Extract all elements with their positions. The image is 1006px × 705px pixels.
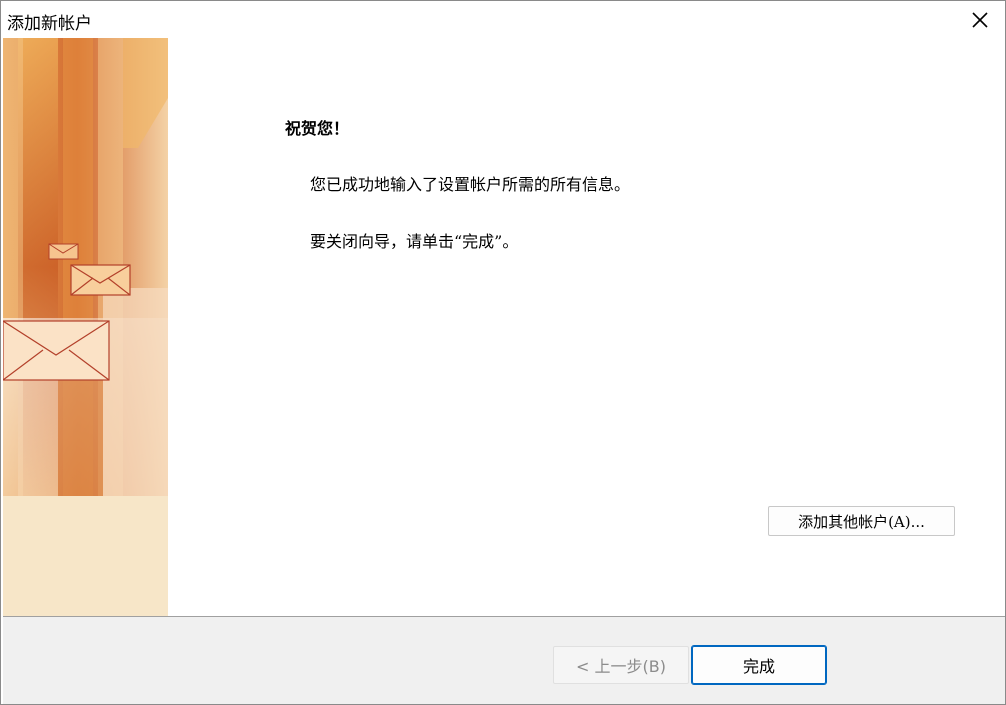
close-instruction: 要关闭向导，请单击“完成”。 bbox=[310, 232, 519, 251]
wizard-content: 祝贺您！ 您已成功地输入了设置帐户所需的所有信息。 要关闭向导，请单击“完成”。… bbox=[168, 38, 1005, 616]
envelope-icon-medium bbox=[70, 264, 131, 296]
finish-button[interactable]: 完成 bbox=[691, 645, 827, 685]
congrats-heading: 祝贺您！ bbox=[285, 119, 350, 138]
title-bar: 添加新帐户 bbox=[1, 1, 1005, 38]
back-button[interactable]: < 上一步(B) bbox=[553, 646, 689, 684]
wizard-banner bbox=[3, 38, 168, 616]
close-icon bbox=[972, 11, 988, 28]
envelope-banner-image bbox=[3, 38, 168, 616]
add-account-dialog: 添加新帐户 祝贺您！ 您已成功地输入了设置帐户所需的所有信息。 要关闭向导，请单… bbox=[0, 0, 1006, 705]
envelope-icon-large bbox=[3, 320, 110, 381]
wizard-footer: < 上一步(B) 完成 bbox=[3, 616, 1005, 704]
envelope-icon-small bbox=[48, 243, 79, 260]
window-title: 添加新帐户 bbox=[7, 14, 92, 34]
success-message: 您已成功地输入了设置帐户所需的所有信息。 bbox=[310, 175, 631, 194]
close-button[interactable] bbox=[955, 1, 1005, 38]
add-other-account-button[interactable]: 添加其他帐户(A)... bbox=[768, 506, 955, 536]
